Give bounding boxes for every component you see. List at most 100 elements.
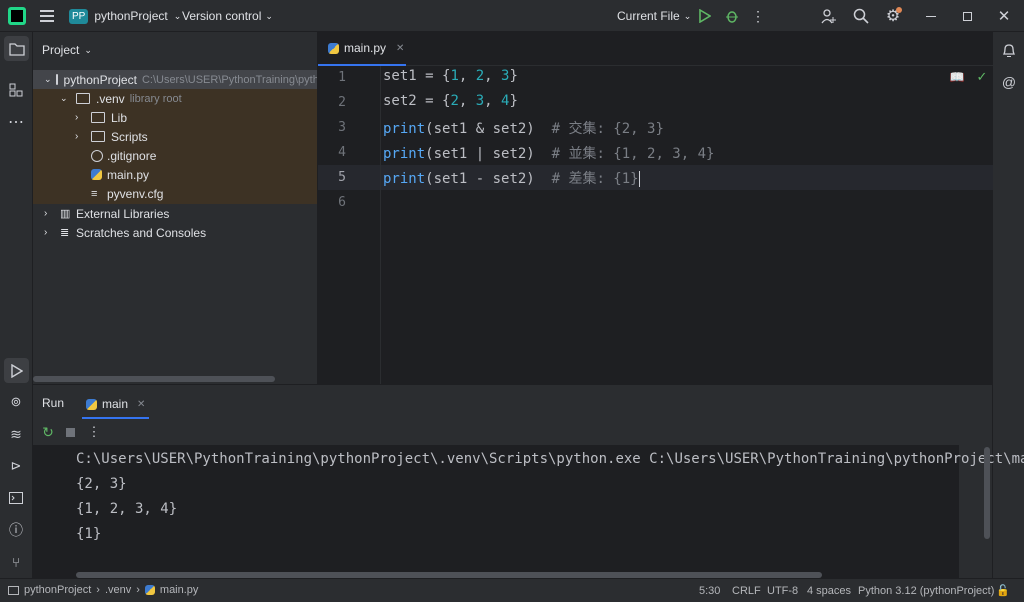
tree-node-venv[interactable]: ⌄ .venv library root — [33, 89, 317, 108]
ai-assistant-icon[interactable]: @ — [999, 72, 1019, 92]
project-panel-header[interactable]: Project ⌄ — [42, 43, 92, 57]
caret-position[interactable]: 5:30 — [699, 585, 720, 597]
code-line-2[interactable]: set2 = {2, 3, 4} — [383, 93, 518, 109]
tree-node-project-root[interactable]: ⌄ pythonProject C:\Users\USER\PythonTrai… — [33, 70, 317, 89]
code-line-3[interactable]: print(set1 & set2) # 交集: {2, 3} — [383, 118, 664, 138]
line-separator[interactable]: CRLF — [732, 585, 761, 597]
console-vertical-scrollbar[interactable] — [984, 447, 990, 539]
run-tab-label: main — [102, 397, 129, 411]
indent-setting[interactable]: 4 spaces — [807, 585, 851, 597]
run-tab-main[interactable]: main ✕ — [82, 391, 150, 419]
chevron-down-icon: ⌄ — [173, 10, 182, 21]
rerun-icon[interactable]: ↻ — [40, 424, 56, 440]
chevron-down-icon: ⌄ — [84, 44, 92, 55]
horizontal-scrollbar[interactable] — [33, 376, 275, 382]
run-panel-title: Run — [42, 396, 65, 410]
code-line-4[interactable]: print(set1 | set2) # 並集: {1, 2, 3, 4} — [383, 143, 714, 163]
breadcrumb-venv[interactable]: .venv — [105, 584, 131, 596]
code-line-1[interactable]: set1 = {1, 2, 3} — [383, 68, 518, 84]
folder-icon — [91, 112, 105, 123]
project-panel: Project ⌄ ⌄ pythonProject C:\Users\USER\… — [33, 32, 317, 384]
chevron-down-icon: ⌄ — [265, 10, 273, 21]
breadcrumb-project[interactable]: pythonProject — [24, 584, 91, 596]
line-number: 6 — [338, 195, 346, 210]
project-tool-folder-icon[interactable] — [4, 36, 29, 61]
reader-mode-icon[interactable]: 📖 — [949, 69, 965, 85]
status-bar: pythonProject › .venv › main.py 5:30 CRL… — [0, 578, 1024, 602]
inspection-ok-icon[interactable]: ✓ — [974, 69, 990, 85]
add-user-icon[interactable] — [820, 7, 838, 25]
close-tab-icon[interactable]: ✕ — [137, 399, 145, 410]
project-switcher[interactable]: PP pythonProject ⌄ — [69, 7, 181, 25]
line-number: 1 — [338, 70, 346, 85]
tree-label: Lib — [111, 110, 128, 125]
library-icon: ▥ — [60, 208, 71, 220]
line-number-gutter: 1 2 3 4 5 6 — [318, 66, 381, 384]
python-console-icon[interactable]: ⊚ — [6, 392, 26, 412]
search-icon[interactable] — [852, 7, 870, 25]
tree-label: main.py — [107, 167, 150, 182]
tree-label: Scratches and Consoles — [76, 225, 207, 240]
problems-icon[interactable]: ⓘ — [6, 520, 26, 540]
tree-node-external-libraries[interactable]: › ▥ External Libraries — [33, 204, 317, 223]
line-number: 2 — [338, 95, 346, 110]
stop-icon[interactable] — [62, 424, 78, 440]
folder-icon — [8, 585, 19, 595]
chevron-down-icon: ⌄ — [60, 93, 68, 103]
python-file-icon — [144, 585, 155, 595]
more-tools-icon[interactable]: ⋯ — [6, 112, 26, 132]
run-config-selector[interactable]: Current File ⌄ — [617, 8, 691, 24]
console-line: {1} — [76, 526, 102, 542]
app-logo-icon[interactable] — [8, 7, 26, 25]
tree-label: Scripts — [111, 129, 148, 144]
tree-node-scratches[interactable]: › ≣ Scratches and Consoles — [33, 223, 317, 242]
chevron-down-icon: ⌄ — [44, 74, 52, 84]
python-file-icon — [91, 169, 102, 180]
close-icon[interactable]: ✕ — [995, 7, 1013, 25]
python-packages-icon[interactable]: ≋ — [6, 424, 26, 444]
debug-icon[interactable] — [724, 8, 740, 24]
terminal-icon[interactable] — [6, 488, 26, 508]
tree-node-scripts[interactable]: › Scripts — [33, 127, 317, 146]
code-line-5[interactable]: print(set1 - set2) # 差集: {1} — [383, 168, 640, 188]
tree-node-pyvenv-cfg[interactable]: ≡ pyvenv.cfg — [33, 184, 317, 203]
tree-label: pyvenv.cfg — [107, 186, 164, 201]
chevron-right-icon: › — [44, 208, 48, 219]
update-dot — [896, 7, 902, 13]
project-badge: PP — [69, 8, 89, 24]
config-file-icon: ≡ — [91, 187, 98, 200]
main-menu-icon[interactable] — [38, 8, 56, 24]
tree-node-main-py[interactable]: main.py — [33, 165, 317, 184]
lock-icon[interactable]: 🔓 — [996, 583, 1010, 597]
file-encoding[interactable]: UTF-8 — [767, 585, 798, 597]
console-line: C:\Users\USER\PythonTraining\pythonProje… — [76, 451, 1024, 467]
editor: main.py ✕ 📖 ✓ 1 2 3 4 5 6 set1 = {1, 2, … — [317, 32, 993, 384]
tree-node-lib[interactable]: › Lib — [33, 108, 317, 127]
run-tool-icon[interactable] — [4, 358, 29, 383]
project-name: pythonProject — [94, 9, 168, 23]
structure-icon[interactable] — [6, 80, 26, 100]
python-file-icon — [86, 398, 97, 410]
line-number: 3 — [338, 120, 346, 135]
close-tab-icon[interactable]: ✕ — [396, 43, 404, 54]
tree-label: External Libraries — [76, 206, 170, 221]
left-tool-strip: ⋯ ⊚ ≋ ⊳ ⓘ ⑂ — [0, 32, 33, 578]
services-icon[interactable]: ⊳ — [6, 456, 26, 476]
console-output[interactable]: C:\Users\USER\PythonTraining\pythonProje… — [33, 445, 1024, 578]
vcs-menu[interactable]: Version control ⌄ — [182, 8, 273, 24]
tree-node-gitignore[interactable]: .gitignore — [33, 146, 317, 165]
run-icon[interactable] — [697, 8, 713, 24]
notifications-bell-icon[interactable] — [999, 40, 1019, 60]
minimize-icon[interactable] — [922, 8, 940, 24]
git-icon[interactable]: ⑂ — [6, 552, 26, 572]
more-actions-icon[interactable]: ⋮ — [751, 8, 765, 24]
breadcrumb-file[interactable]: main.py — [160, 584, 199, 596]
tree-label: pythonProject — [63, 72, 137, 87]
editor-tab-main-py[interactable]: main.py ✕ — [318, 32, 406, 66]
chevron-down-icon: ⌄ — [683, 10, 692, 21]
breadcrumb: pythonProject › .venv › main.py — [8, 584, 198, 596]
folder-icon — [76, 93, 90, 104]
python-interpreter[interactable]: Python 3.12 (pythonProject) — [858, 585, 994, 597]
run-more-icon[interactable]: ⋮ — [88, 424, 101, 440]
restore-icon[interactable] — [958, 8, 976, 24]
